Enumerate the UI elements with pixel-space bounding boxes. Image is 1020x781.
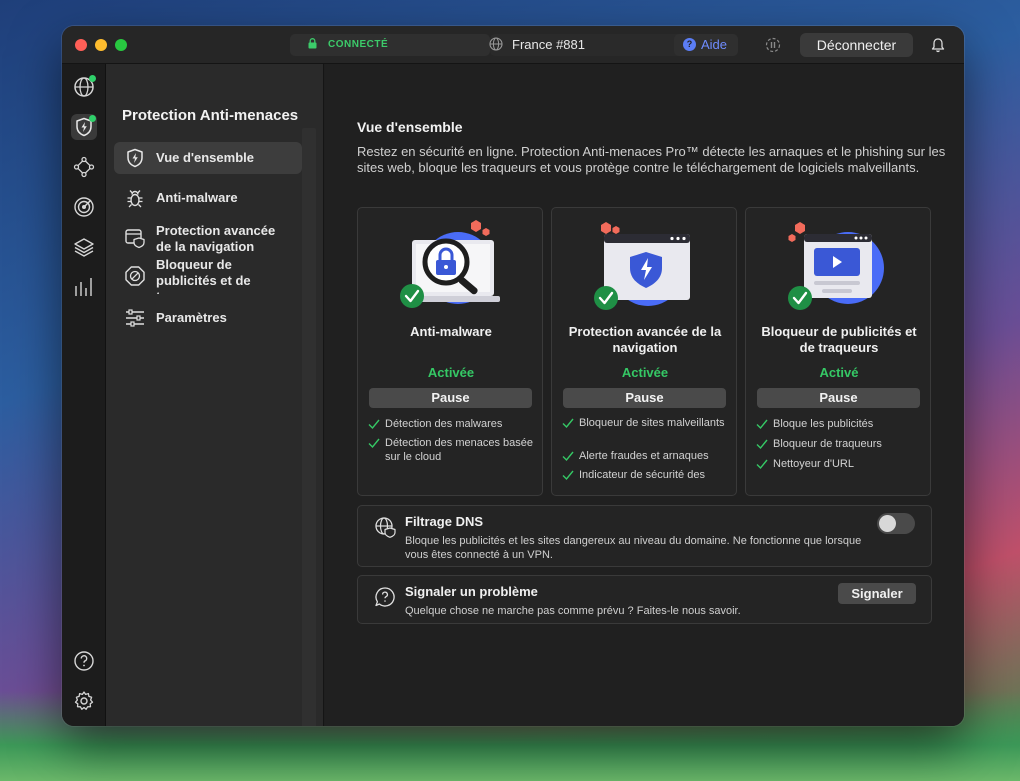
title-bar: CONNECTÉ France #881 ? Aide Déconnecter — [62, 26, 964, 64]
browser-shield-icon — [124, 227, 146, 249]
connection-status-segment — [290, 34, 490, 56]
main-content: Vue d'ensemble Restez en sécurité en lig… — [325, 64, 964, 726]
target-icon — [74, 197, 94, 217]
chat-question-icon — [375, 587, 395, 607]
bell-icon[interactable] — [931, 37, 945, 53]
card-title: Anti-malware — [410, 324, 492, 339]
sidebar-scrollbar[interactable] — [302, 128, 316, 726]
report-problem-panel: Signaler un problème Quelque chose ne ma… — [357, 575, 932, 624]
close-window-button[interactable] — [75, 39, 87, 51]
mesh-network-icon — [73, 156, 95, 178]
status-badge: Activée — [621, 365, 669, 380]
feature-label: Bloqueur de sites malveillants — [579, 417, 725, 429]
sidebar-title: Protection Anti-menaces — [122, 107, 299, 124]
rail-settings[interactable] — [71, 688, 97, 714]
sidebar: Protection Anti-menaces Vue d'ensemble A… — [106, 64, 324, 726]
feature-label: Détection des malwares — [385, 418, 503, 430]
check-icon — [368, 438, 380, 449]
block-icon — [124, 265, 146, 287]
rail-meshnet[interactable] — [71, 154, 97, 180]
rail-help[interactable] — [71, 648, 97, 674]
feature-label: Bloqueur de traqueurs — [773, 438, 882, 450]
sidebar-item-label: Bloqueur de publicités et de traqueurs — [156, 258, 251, 294]
feature-label: Détection des menaces basée sur le cloud — [385, 437, 533, 463]
dns-description: Bloque les publicités et les sites dange… — [405, 535, 862, 561]
status-badge: Activé — [819, 365, 859, 380]
sidebar-item-ad-blocker[interactable]: Bloqueur de publicités et de traqueurs — [114, 258, 302, 294]
sidebar-item-label: Vue d'ensemble — [156, 150, 254, 165]
sidebar-item-label: Anti-malware — [156, 190, 238, 205]
minimize-window-button[interactable] — [95, 39, 107, 51]
rail-statistics[interactable] — [71, 274, 97, 300]
icon-rail — [62, 64, 106, 726]
feature-card-browsing-protection: Protection avancée de la navigation Acti… — [551, 207, 737, 496]
globe-shield-icon — [375, 517, 396, 538]
bug-icon — [124, 187, 146, 209]
feature-card-ad-blocker: Bloqueur de publicités et de traqueurs A… — [745, 207, 931, 496]
dns-title: Filtrage DNS — [405, 514, 484, 529]
status-badge: Activée — [427, 365, 475, 380]
rail-split-tunneling[interactable] — [71, 234, 97, 260]
check-icon — [756, 419, 768, 430]
rail-threat-protection[interactable] — [71, 114, 97, 140]
report-title: Signaler un problème — [405, 584, 538, 599]
report-button[interactable]: Signaler — [838, 583, 916, 604]
rail-dark-web-monitor[interactable] — [71, 194, 97, 220]
card-title: Bloqueur de publicités et de traqueurs — [761, 324, 917, 355]
lock-icon — [308, 38, 317, 49]
sidebar-item-label: Paramètres — [156, 310, 227, 325]
sidebar-item-label: Protection avancée de la navigation — [156, 223, 276, 254]
card-title: Protection avancée de la navigation — [568, 324, 722, 355]
feature-label: Nettoyeur d'URL — [773, 458, 854, 470]
server-name[interactable]: France #881 — [512, 37, 585, 52]
pause-connection-icon[interactable] — [765, 37, 781, 53]
report-description: Quelque chose ne marche pas comme prévu … — [405, 605, 741, 617]
connection-status: CONNECTÉ — [328, 39, 389, 50]
pause-button[interactable]: Pause — [563, 388, 726, 408]
help-link[interactable]: Aide — [701, 37, 727, 52]
feature-label: Alerte fraudes et arnaques — [579, 450, 709, 462]
globe-icon — [489, 37, 503, 51]
browser-shield-illustration — [594, 222, 690, 310]
sidebar-item-settings[interactable]: Paramètres — [114, 302, 302, 334]
zoom-window-button[interactable] — [115, 39, 127, 51]
sidebar-item-anti-malware[interactable]: Anti-malware — [114, 182, 302, 214]
feature-label: Indicateur de sécurité des — [579, 469, 705, 481]
check-icon — [368, 419, 380, 430]
toggle-knob — [879, 515, 896, 532]
feature-card-anti-malware: Anti-malware Activée Pause Détection des… — [357, 207, 543, 496]
check-icon — [562, 418, 574, 429]
bar-chart-icon — [75, 278, 92, 296]
rail-vpn[interactable] — [71, 74, 97, 100]
check-icon — [562, 470, 574, 481]
sliders-icon — [124, 307, 146, 329]
laptop-lock-illustration — [400, 220, 500, 308]
layers-icon — [74, 238, 94, 257]
sidebar-item-overview[interactable]: Vue d'ensemble — [114, 142, 302, 174]
feature-label: Bloque les publicités — [773, 418, 874, 430]
pause-button[interactable]: Pause — [369, 388, 532, 408]
help-icon[interactable]: ? — [683, 38, 696, 51]
dns-toggle[interactable] — [877, 513, 915, 534]
page-title: Vue d'ensemble — [357, 119, 463, 135]
check-icon — [756, 459, 768, 470]
video-ad-illustration — [788, 222, 884, 310]
settings-icon — [74, 691, 94, 710]
active-dot — [89, 115, 96, 122]
help-icon — [74, 651, 94, 671]
page-description: Restez en sécurité en ligne. Protection … — [357, 144, 946, 175]
dns-filtering-panel: Filtrage DNS Bloque les publicités et le… — [357, 505, 932, 567]
active-dot — [89, 75, 96, 82]
disconnect-button[interactable]: Déconnecter — [800, 33, 913, 57]
sidebar-item-browsing-protection[interactable]: Protection avancée de la navigation — [114, 222, 302, 254]
pause-button[interactable]: Pause — [757, 388, 920, 408]
check-icon — [562, 451, 574, 462]
check-icon — [756, 439, 768, 450]
shield-bolt-icon — [124, 147, 146, 169]
app-window: CONNECTÉ France #881 ? Aide Déconnecter — [62, 26, 964, 726]
